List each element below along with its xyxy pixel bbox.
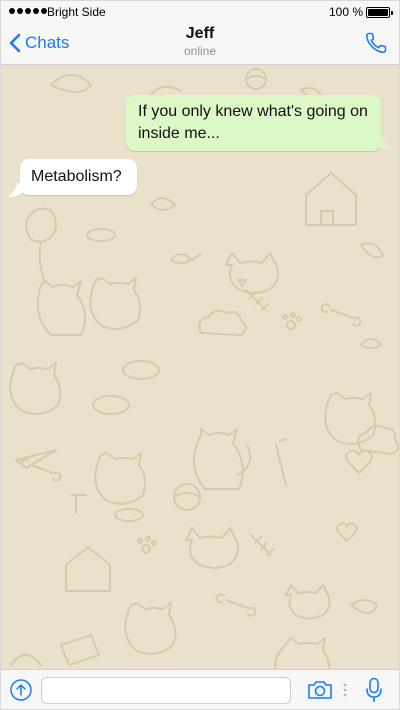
camera-icon[interactable] xyxy=(307,679,333,701)
phone-screen: Bright Side 100 % Chats Jeff online If y… xyxy=(0,0,400,710)
carrier-name: Bright Side xyxy=(47,5,106,19)
incoming-message-bubble[interactable]: Metabolism? xyxy=(20,159,137,195)
contact-name[interactable]: Jeff xyxy=(1,25,399,43)
chat-area[interactable]: If you only knew what's going on inside … xyxy=(1,65,399,669)
status-bar: Bright Side 100 % xyxy=(1,1,399,23)
message-input-bar xyxy=(1,669,399,709)
separator-dots xyxy=(343,683,347,697)
contact-status: online xyxy=(183,44,217,58)
message-input[interactable] xyxy=(41,677,291,704)
outgoing-message-bubble[interactable]: If you only knew what's going on inside … xyxy=(126,95,381,151)
arrow-up-icon[interactable] xyxy=(10,679,32,701)
doodle-wallpaper xyxy=(9,68,399,669)
phone-call-icon[interactable] xyxy=(363,30,389,56)
chat-header: Chats Jeff online xyxy=(1,23,399,65)
battery-percentage: 100 % xyxy=(328,5,363,19)
microphone-icon[interactable] xyxy=(365,677,383,703)
incoming-bubble-tail xyxy=(8,183,26,197)
outgoing-bubble-tail xyxy=(373,135,391,149)
signal-strength-icon xyxy=(9,8,47,14)
battery-icon xyxy=(366,7,393,18)
